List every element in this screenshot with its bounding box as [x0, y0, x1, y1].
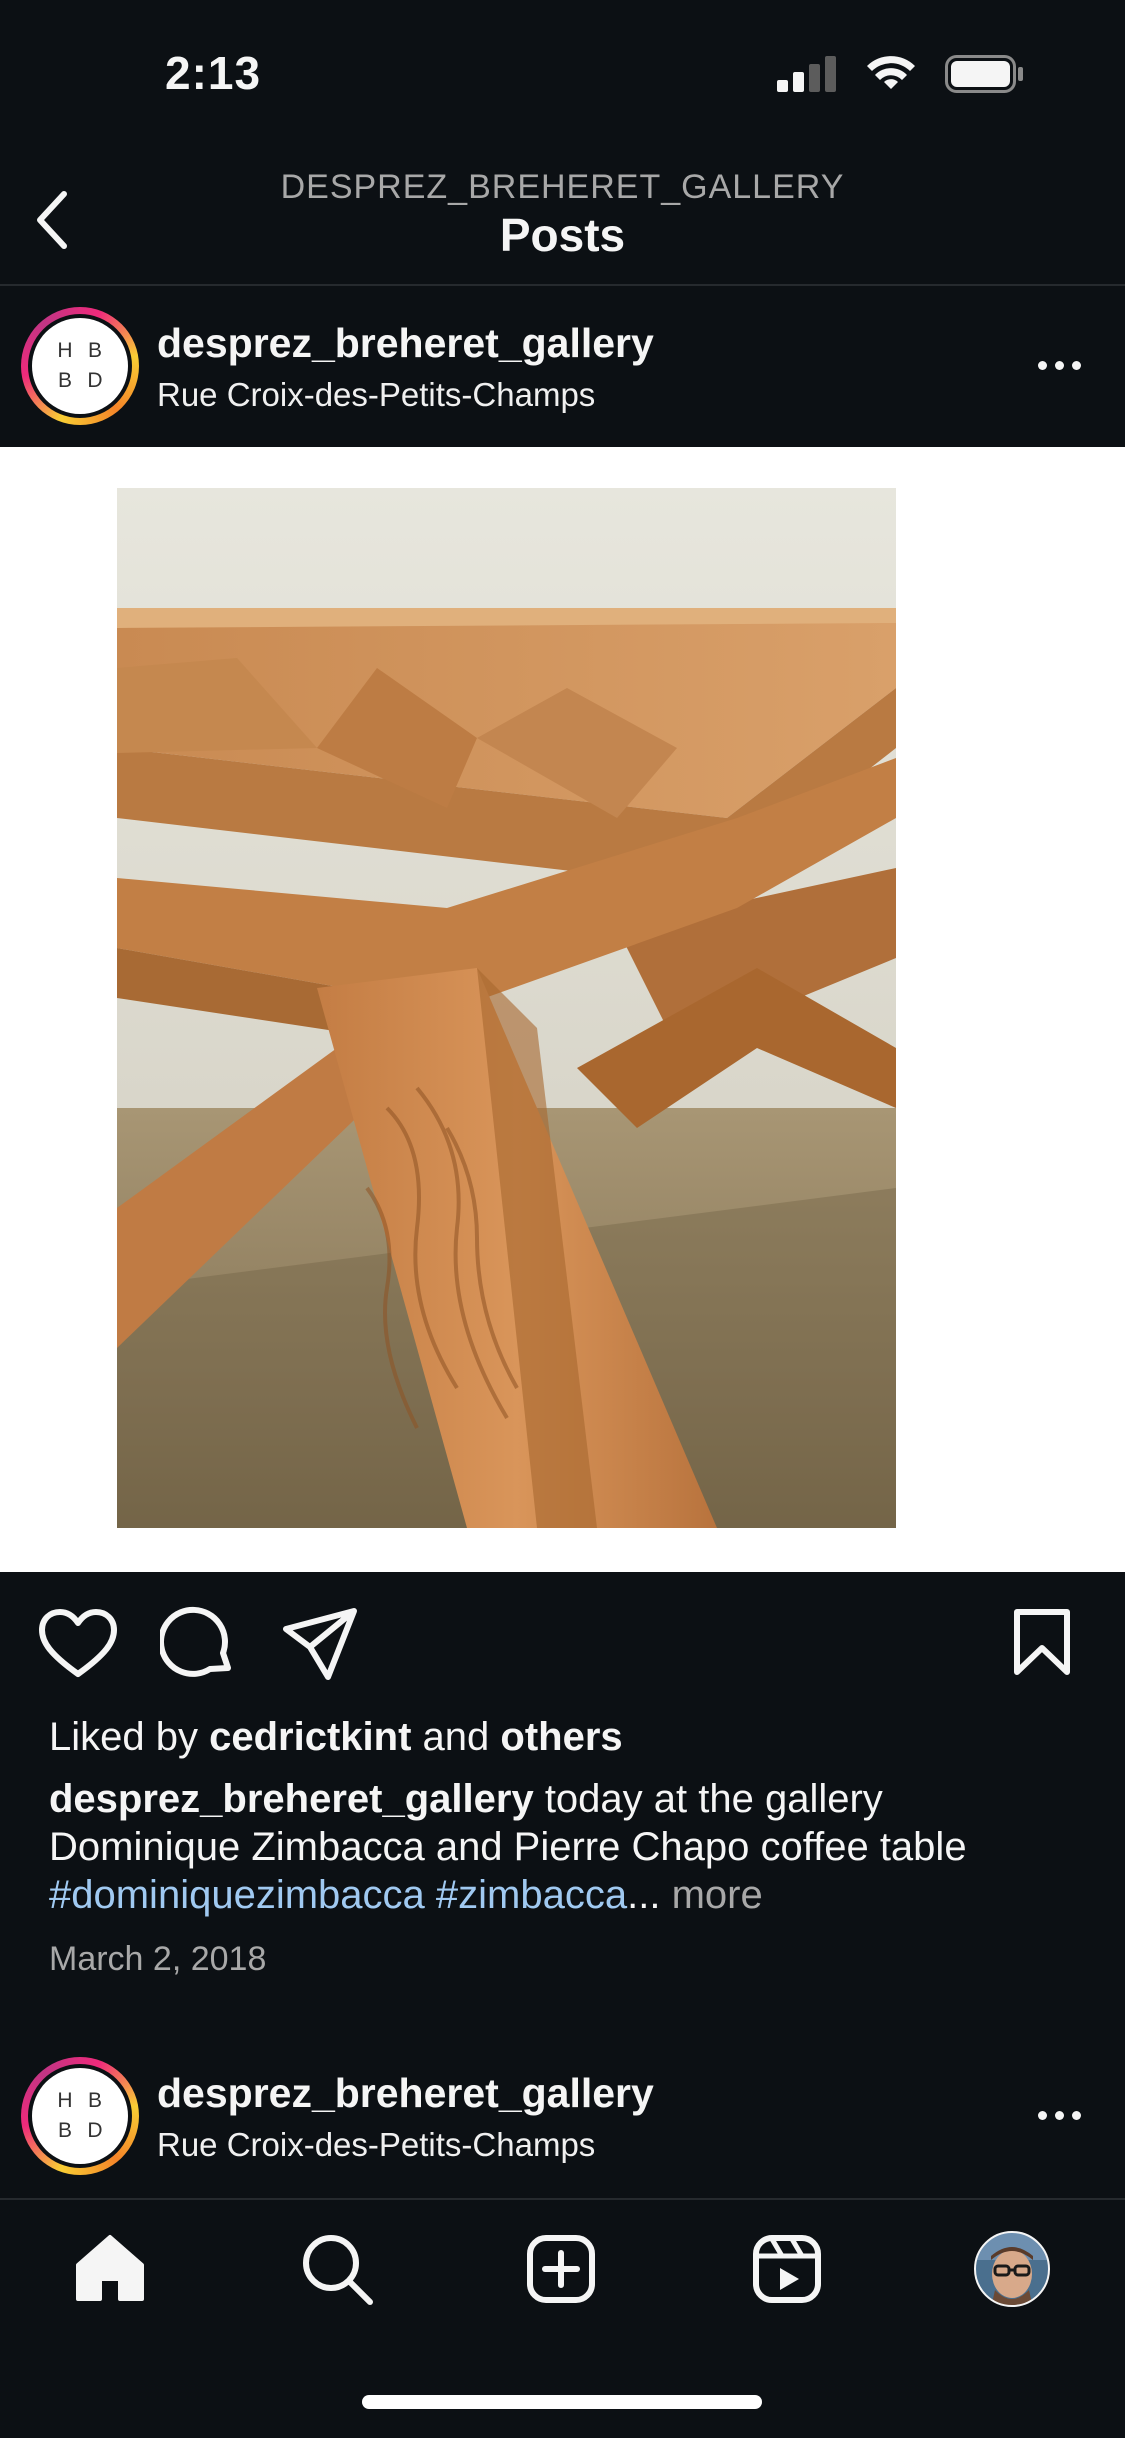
wifi-icon — [867, 56, 915, 89]
dot — [1072, 361, 1081, 370]
dot — [1055, 361, 1064, 370]
status-icons — [777, 55, 1025, 93]
comment-button[interactable] — [160, 1606, 236, 1682]
logo-letter: D — [87, 369, 103, 392]
hashtag[interactable]: #dominiquezimbacca — [49, 1873, 425, 1917]
profile-avatar — [974, 2231, 1050, 2307]
story-ring: H B B D — [21, 2057, 139, 2175]
page-title: Posts — [499, 209, 626, 261]
logo-letter: H — [57, 2089, 73, 2112]
caption-username[interactable]: desprez_breheret_gallery — [49, 1777, 534, 1821]
share-button[interactable] — [282, 1607, 358, 1681]
reels-icon — [753, 2235, 821, 2303]
gallery-logo: H B B D — [32, 318, 128, 414]
story-ring: H B B D — [21, 307, 139, 425]
next-post-location[interactable]: Rue Croix-des-Petits-Champs — [157, 2126, 595, 2164]
logo-letter: B — [87, 339, 102, 362]
home-indicator — [362, 2395, 762, 2409]
next-post-avatar[interactable]: H B B D — [21, 2057, 139, 2175]
logo-letter: B — [57, 369, 72, 392]
status-time: 2:13 — [165, 47, 262, 99]
post-date: March 2, 2018 — [49, 1940, 267, 1978]
header-subtitle: DESPREZ_BREHERET_GALLERY — [280, 168, 845, 206]
dot — [1038, 2111, 1047, 2120]
battery-icon — [945, 55, 1023, 93]
liked-by-user[interactable]: cedrictkint — [209, 1715, 411, 1759]
gallery-logo: H B B D — [32, 2068, 128, 2164]
post-caption: desprez_breheret_gallery today at the ga… — [49, 1775, 1079, 1919]
cellular-signal-icon — [777, 56, 836, 92]
post-photo[interactable] — [117, 488, 896, 1528]
search-icon — [303, 2235, 373, 2305]
post-username[interactable]: desprez_breheret_gallery — [157, 320, 654, 367]
plus-square-icon — [527, 2235, 595, 2303]
comment-icon — [160, 1606, 231, 1677]
tab-search[interactable] — [300, 2232, 374, 2306]
home-icon — [76, 2235, 144, 2301]
logo-letter: H — [57, 339, 73, 362]
likes-prefix: Liked by — [49, 1715, 198, 1759]
dot — [1038, 361, 1047, 370]
next-post-username[interactable]: desprez_breheret_gallery — [157, 2070, 654, 2117]
logo-letter: B — [87, 2089, 102, 2112]
dot — [1072, 2111, 1081, 2120]
caption-ellipsis: ... — [627, 1873, 661, 1917]
tab-create[interactable] — [526, 2234, 596, 2304]
dot — [1055, 2111, 1064, 2120]
heart-icon — [39, 1609, 117, 1677]
tab-profile[interactable] — [973, 2230, 1051, 2308]
hashtag[interactable]: #zimbacca — [436, 1873, 627, 1917]
tab-reels[interactable] — [752, 2234, 822, 2304]
likes-and: and — [422, 1715, 490, 1759]
save-button[interactable] — [1012, 1608, 1072, 1676]
liked-by-others[interactable]: others — [500, 1715, 622, 1759]
post-location[interactable]: Rue Croix-des-Petits-Champs — [157, 376, 595, 414]
likes-summary[interactable]: Liked by cedrictkint and others — [49, 1715, 623, 1760]
like-button[interactable] — [38, 1608, 118, 1680]
post-avatar[interactable]: H B B D — [21, 307, 139, 425]
next-post-more-options-button[interactable] — [1038, 2111, 1081, 2120]
bookmark-icon — [1014, 1609, 1070, 1675]
caption-line1: today at the gallery — [544, 1777, 883, 1821]
caption-line2: Dominique Zimbacca and Pierre Chapo coff… — [49, 1825, 967, 1869]
tab-home[interactable] — [74, 2233, 146, 2303]
more-options-button[interactable] — [1038, 361, 1081, 370]
table-photo-illustration — [117, 488, 896, 1528]
logo-letter: B — [57, 2119, 72, 2142]
caption-more-link[interactable]: more — [672, 1873, 763, 1917]
paper-plane-icon — [283, 1608, 357, 1680]
logo-letter: D — [87, 2119, 103, 2142]
